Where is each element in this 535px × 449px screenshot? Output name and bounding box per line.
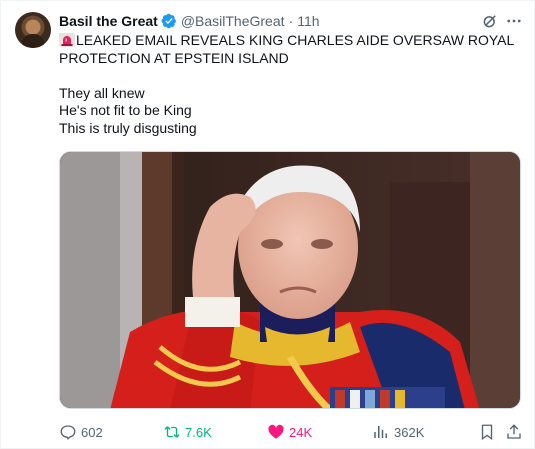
- tweet-card[interactable]: Basil the Great @BasilTheGreat · 11h LEA…: [0, 0, 535, 449]
- views-count: 362K: [394, 424, 425, 440]
- grok-button[interactable]: [480, 11, 500, 31]
- post-timestamp[interactable]: 11h: [297, 13, 319, 29]
- tweet-headline: LEAKED EMAIL REVEALS KING CHARLES AIDE O…: [59, 32, 518, 66]
- retweet-icon: [164, 426, 180, 438]
- more-options-button[interactable]: [504, 11, 524, 31]
- header-separator: ·: [288, 13, 294, 29]
- tweet-text: LEAKED EMAIL REVEALS KING CHARLES AIDE O…: [59, 32, 519, 137]
- reply-icon: [60, 425, 76, 440]
- like-button[interactable]: 24K: [267, 422, 312, 442]
- bookmark-button[interactable]: [478, 422, 496, 442]
- verified-badge-icon: [161, 13, 176, 29]
- tweet-headline-line: LEAKED EMAIL REVEALS KING CHARLES AIDE O…: [59, 32, 519, 67]
- tweet-header: Basil the Great @BasilTheGreat · 11h: [59, 12, 320, 30]
- tweet-line-3: This is truly disgusting: [59, 119, 197, 136]
- rotating-light-icon: [59, 33, 75, 47]
- retweet-count: 7.6K: [185, 424, 212, 440]
- author-handle[interactable]: @BasilTheGreat: [181, 13, 285, 29]
- views-button[interactable]: 362K: [372, 422, 424, 442]
- heart-icon: [268, 424, 284, 439]
- grok-icon: [483, 15, 496, 28]
- share-button[interactable]: [505, 422, 523, 442]
- like-count: 24K: [289, 424, 313, 440]
- views-icon: [374, 426, 387, 438]
- tweet-line-2: He's not fit to be King: [59, 102, 192, 118]
- author-avatar[interactable]: [15, 12, 51, 48]
- tweet-actions: 602 7.6K 24K 362K: [59, 422, 529, 442]
- retweet-button[interactable]: 7.6K: [163, 422, 212, 442]
- tweet-photo[interactable]: [59, 151, 521, 409]
- more-icon: [507, 19, 521, 23]
- reply-button[interactable]: 602: [59, 422, 103, 442]
- author-display-name[interactable]: Basil the Great: [59, 13, 158, 29]
- photo-image: [60, 152, 520, 408]
- bookmark-icon: [481, 424, 493, 441]
- share-icon: [507, 424, 521, 439]
- tweet-line-1: They all knew: [59, 84, 145, 101]
- reply-count: 602: [81, 424, 103, 440]
